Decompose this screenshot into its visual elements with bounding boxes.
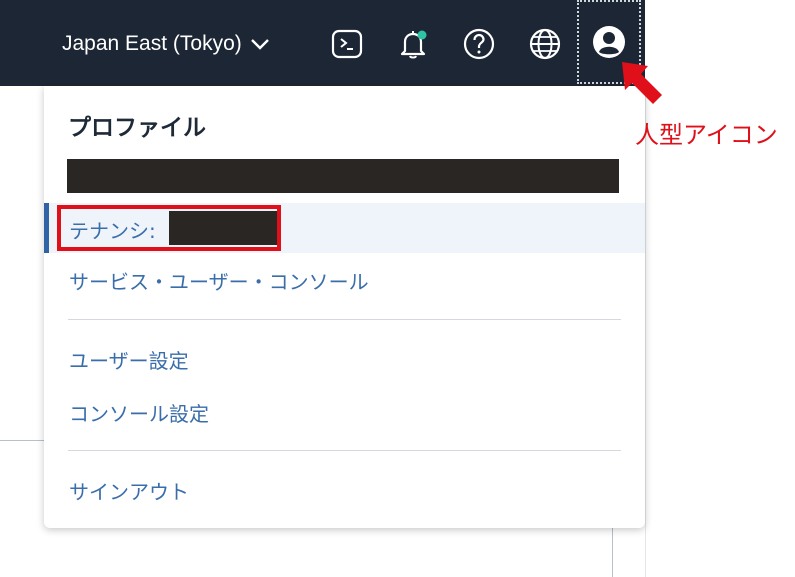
notifications-button[interactable] [393,24,433,64]
profile-icon [593,26,625,58]
page-divider [0,440,48,441]
cloud-shell-icon [331,29,363,59]
redacted-user-name [67,159,619,193]
language-button[interactable] [525,24,565,64]
console-settings-link[interactable]: コンソール設定 [69,398,209,427]
menu-divider [68,450,621,451]
annotation-arrow-icon [622,62,662,104]
region-selector[interactable]: Japan East (Tokyo) [62,28,270,60]
menu-title: プロファイル [68,115,206,141]
cloud-shell-button[interactable] [327,24,367,64]
region-label: Japan East (Tokyo) [62,32,242,55]
page-divider-vertical [612,520,613,577]
menu-divider [68,319,621,320]
user-settings-link[interactable]: ユーザー設定 [69,345,189,374]
sign-out-link[interactable]: サインアウト [69,476,189,505]
help-button[interactable] [459,24,499,64]
chevron-down-icon [250,39,269,50]
top-navigation-bar: Japan East (Tokyo) [0,0,645,86]
annotation-label: 人型アイコン [635,121,778,149]
tenancy-highlight-box [57,205,281,251]
service-user-console-link[interactable]: サービス・ユーザー・コンソール [69,266,369,295]
bell-icon [400,30,427,59]
page-edge [645,86,646,577]
help-icon [463,28,495,60]
profile-dropdown-menu: プロファイル テナンシ: サービス・ユーザー・コンソール ユーザー設定 コンソー… [44,86,645,528]
globe-icon [529,28,561,60]
